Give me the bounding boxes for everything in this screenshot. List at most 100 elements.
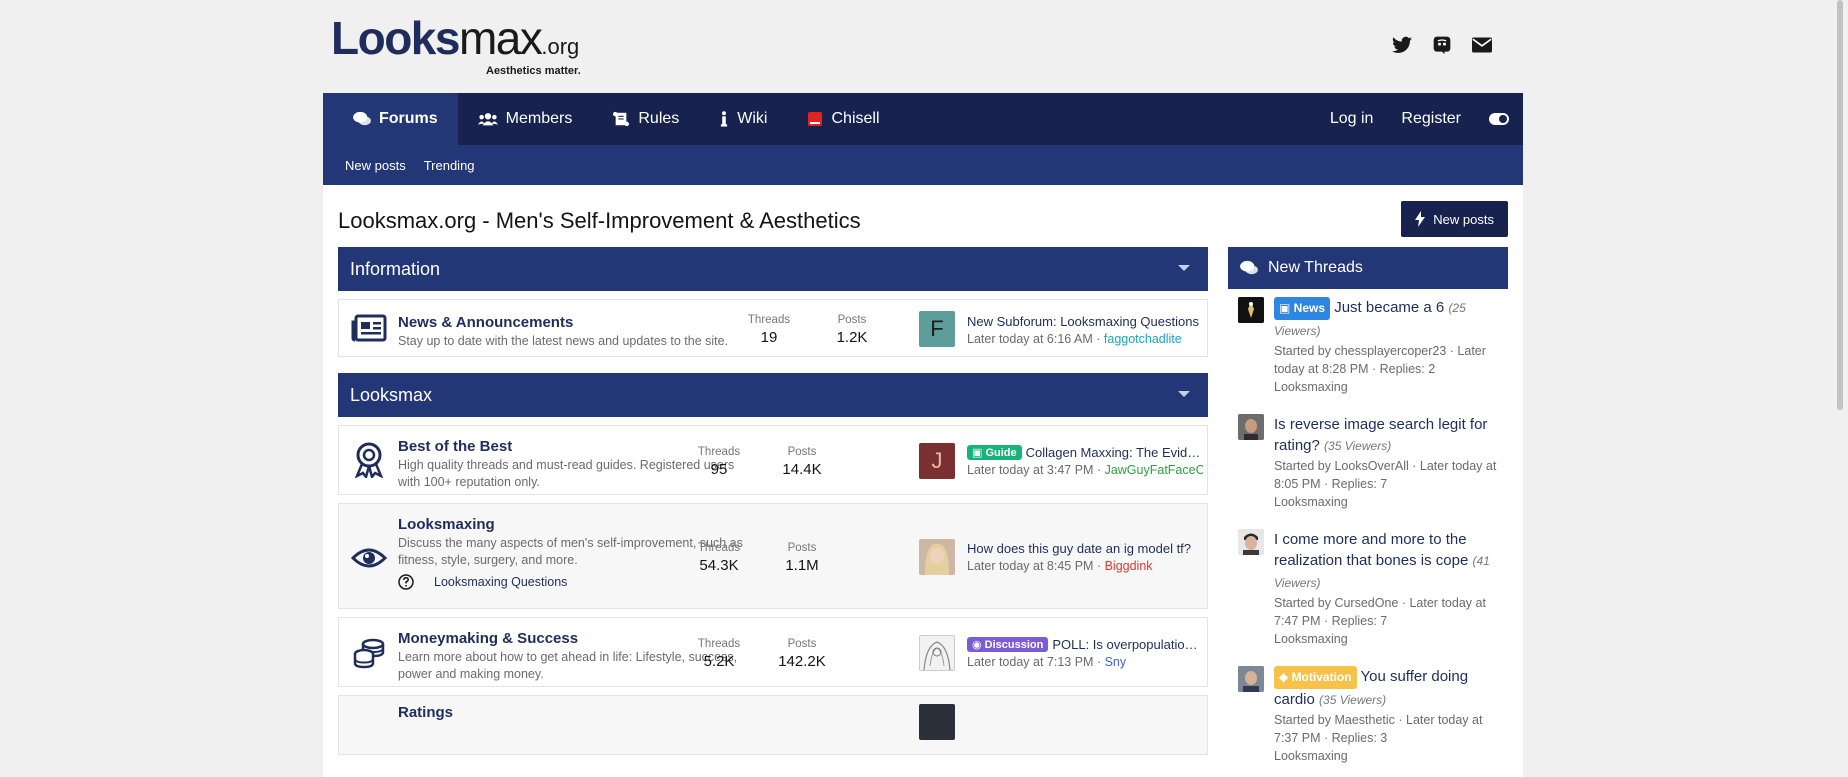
nav-rules[interactable]: Rules	[592, 93, 699, 145]
logo-tagline: Aesthetics matter.	[486, 65, 581, 77]
latest-user[interactable]: faggotchadlite	[1104, 332, 1182, 346]
nav-wiki-label: Wiki	[737, 110, 768, 127]
avatar[interactable]	[1238, 414, 1264, 440]
prefix-text: Motivation	[1291, 670, 1352, 684]
node-title[interactable]: Ratings	[398, 704, 743, 721]
thread-title[interactable]: I come more and more to the realization …	[1274, 529, 1498, 594]
nav-members-label: Members	[505, 110, 573, 127]
thread-item[interactable]: ▣ News Just became a 6 (25 Viewers) Star…	[1228, 289, 1508, 406]
avatar[interactable]	[919, 539, 955, 575]
subnav-new-posts[interactable]: New posts	[345, 158, 406, 173]
latest-title-text: New Subforum: Looksmaxing Questions	[967, 314, 1199, 329]
forum-node-ratings: Ratings	[338, 695, 1208, 755]
thread-title[interactable]: ▣ News Just became a 6 (25 Viewers)	[1274, 297, 1498, 342]
site-logo[interactable]: Looksmax.org Aesthetics matter.	[331, 15, 581, 77]
nav-forums[interactable]: Forums	[323, 93, 458, 145]
posts-stat: Posts 14.4K	[762, 446, 842, 478]
nav-wiki[interactable]: Wiki	[699, 93, 787, 145]
viewer-count: (35 Viewers)	[1324, 439, 1392, 453]
latest-user[interactable]: Biggdink	[1105, 559, 1153, 573]
thread-title[interactable]: Is reverse image search legit for rating…	[1274, 414, 1498, 457]
chevron-down-icon[interactable]	[1178, 391, 1190, 397]
node-body: Ratings	[398, 704, 743, 721]
thread-item[interactable]: ◆ Motivation You suffer doing cardio (35…	[1228, 658, 1508, 775]
thread-forum[interactable]: Looksmaxing	[1274, 747, 1498, 765]
nav-chisell[interactable]: Chisell	[787, 93, 899, 145]
thread-body: Is reverse image search legit for rating…	[1274, 414, 1498, 511]
logo-wordmark: Looksmax.org	[331, 15, 581, 69]
forum-node-best-of-the-best: Best of the Best High quality threads an…	[338, 425, 1208, 495]
avatar[interactable]: J	[919, 443, 955, 479]
latest-time: Later today at 3:47 PM	[967, 463, 1094, 477]
prefix-text: News	[1293, 301, 1326, 315]
thread-meta: Started by LooksOverAll · Later today at…	[1274, 459, 1497, 491]
avatar[interactable]	[1238, 666, 1264, 692]
latest-post-meta: Later today at 6:16 AM · faggotchadlite	[967, 332, 1182, 346]
latest-post-title[interactable]: ◉ DiscussionPOLL: Is overpopulation a pr…	[967, 637, 1203, 652]
thread-item[interactable]: Is reverse image search legit for rating…	[1228, 406, 1508, 521]
latest-time: Later today at 6:16 AM	[967, 332, 1093, 346]
nav-register[interactable]: Register	[1387, 93, 1475, 145]
latest-user[interactable]: JawGuyFatFaceCel	[1105, 463, 1203, 477]
award-icon	[349, 440, 389, 480]
logo-max: max	[458, 12, 543, 64]
latest-post-title[interactable]: New Subforum: Looksmaxing Questions	[967, 314, 1203, 329]
category-looksmax[interactable]: Looksmax	[338, 373, 1208, 417]
threads-count: 19	[760, 329, 778, 346]
node-title[interactable]: News & Announcements	[398, 314, 743, 331]
vertical-scrollbar[interactable]	[1831, 0, 1848, 777]
newspaper-icon	[349, 308, 389, 348]
avatar[interactable]	[1238, 529, 1264, 555]
scrollbar-thumb[interactable]	[1837, 0, 1843, 410]
avatar[interactable]: F	[919, 311, 955, 347]
prefix-text: Guide	[985, 447, 1017, 459]
thread-forum[interactable]: Looksmaxing	[1274, 493, 1498, 511]
avatar[interactable]	[919, 704, 955, 740]
nav-members[interactable]: Members	[458, 93, 593, 145]
subforum-label: Looksmaxing Questions	[434, 575, 568, 589]
posts-stat: Posts 142.2K	[762, 638, 842, 670]
forum-node-news: News & Announcements Stay up to date wit…	[338, 299, 1208, 357]
thread-title[interactable]: ◆ Motivation You suffer doing cardio (35…	[1274, 666, 1498, 711]
latest-post-title[interactable]: How does this guy date an ig model tf?	[967, 541, 1203, 556]
site-header: Looksmax.org Aesthetics matter.	[323, 0, 1523, 93]
forum-list: Information News & Announcements Stay up…	[338, 247, 1208, 755]
thread-forum[interactable]: Looksmaxing	[1274, 630, 1498, 648]
latest-post-title[interactable]: ▣ Guide Collagen Maxxing: The Evidence	[967, 445, 1203, 460]
thread-item[interactable]: I come more and more to the realization …	[1228, 521, 1508, 658]
latest-post-text: ▣ Guide Collagen Maxxing: The Evidence La…	[967, 445, 1203, 477]
thread-forum[interactable]: Looksmaxing	[1274, 378, 1498, 396]
subnav-trending[interactable]: Trending	[424, 158, 475, 173]
forum-node-moneymaking: Moneymaking & Success Learn more about h…	[338, 617, 1208, 687]
category-information[interactable]: Information	[338, 247, 1208, 291]
threads-count: 5.2K	[703, 653, 735, 670]
chevron-down-icon[interactable]	[1178, 265, 1190, 271]
latest-user[interactable]: Sny	[1105, 655, 1127, 669]
envelope-icon[interactable]	[1471, 34, 1493, 56]
subforum-looksmaxing-questions[interactable]: Looksmaxing Questions	[398, 574, 567, 590]
node-title[interactable]: Looksmaxing	[398, 516, 743, 533]
new-posts-button[interactable]: New posts	[1401, 201, 1508, 237]
posts-count: 1.2K	[836, 329, 868, 346]
bolt-icon	[1415, 211, 1426, 227]
question-circle-icon	[398, 574, 414, 590]
avatar[interactable]	[919, 635, 955, 671]
twitter-icon[interactable]	[1391, 34, 1413, 56]
info-icon	[721, 111, 728, 127]
posts-count: 14.4K	[782, 461, 822, 478]
avatar[interactable]	[1238, 297, 1264, 323]
prefix-text: Discussion	[984, 639, 1044, 651]
sub-nav: New posts Trending	[323, 145, 1523, 185]
node-description: Stay up to date with the latest news and…	[398, 334, 729, 348]
comments-icon	[1240, 260, 1258, 275]
theme-toggle[interactable]	[1475, 93, 1523, 145]
nav-login[interactable]: Log in	[1316, 93, 1388, 145]
page-shell: Looksmax.org Aesthetics matter. Forums M…	[323, 0, 1523, 777]
logo-looks: Looks	[331, 12, 460, 64]
scroll-icon	[613, 111, 630, 127]
browser-viewport: Looksmax.org Aesthetics matter. Forums M…	[0, 0, 1848, 777]
node-body: News & Announcements Stay up to date wit…	[398, 314, 743, 350]
threads-label: Threads	[747, 314, 791, 326]
posts-label: Posts	[837, 314, 867, 326]
discord-icon[interactable]	[1431, 34, 1453, 56]
